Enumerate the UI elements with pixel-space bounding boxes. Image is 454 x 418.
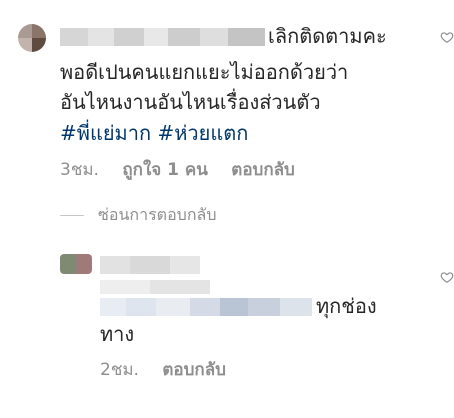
- mention-redacted: [100, 280, 210, 294]
- timestamp: 2ชม.: [100, 360, 139, 380]
- comment-text-line-3: อันไหนงานอันไหนเรื่องส่วนตัว: [60, 90, 321, 114]
- username-redacted: [100, 256, 200, 274]
- comment-text-line-2: พอดีเปนคนแยกแยะไม่ออกด้วยว่า: [60, 60, 349, 84]
- likes-count[interactable]: ถูกใจ 1 คน: [122, 160, 208, 180]
- hashtag-link[interactable]: #ห่วยแตก: [157, 121, 248, 145]
- comment-meta: 3ชม. ถูกใจ 1 คน ตอบกลับ: [60, 160, 295, 180]
- heart-icon[interactable]: [440, 30, 454, 44]
- divider-line: [60, 215, 84, 216]
- reply-meta: 2ชม. ตอบกลับ: [100, 360, 226, 380]
- timestamp: 3ชม.: [60, 160, 99, 180]
- reply-button[interactable]: ตอบกลับ: [162, 360, 226, 380]
- hashtag-link[interactable]: #พี่แย่มาก: [60, 121, 151, 145]
- reply-text-line-2: ทาง: [100, 322, 135, 346]
- avatar[interactable]: [18, 24, 46, 52]
- username-redacted: [60, 28, 265, 46]
- comment-text-line-1: เลิกติดตามคะ: [268, 24, 387, 48]
- heart-icon[interactable]: [440, 270, 454, 284]
- comment-1: เลิกติดตามคะ พอดีเปนคนแยกแยะไม่ออกด้วยว่…: [0, 0, 454, 200]
- reply-button[interactable]: ตอบกลับ: [231, 160, 295, 180]
- hide-replies-button[interactable]: ซ่อนการตอบกลับ: [60, 205, 216, 225]
- avatar[interactable]: [60, 254, 92, 274]
- hide-replies-label: ซ่อนการตอบกลับ: [98, 205, 217, 224]
- reply-text-line-1: ทุกช่อง: [316, 294, 377, 318]
- comment-2: ทุกช่อง ทาง 2ชม. ตอบกลับ: [0, 240, 454, 400]
- hashtag-line: #พี่แย่มาก #ห่วยแตก: [60, 121, 248, 145]
- text-redacted: [100, 298, 312, 316]
